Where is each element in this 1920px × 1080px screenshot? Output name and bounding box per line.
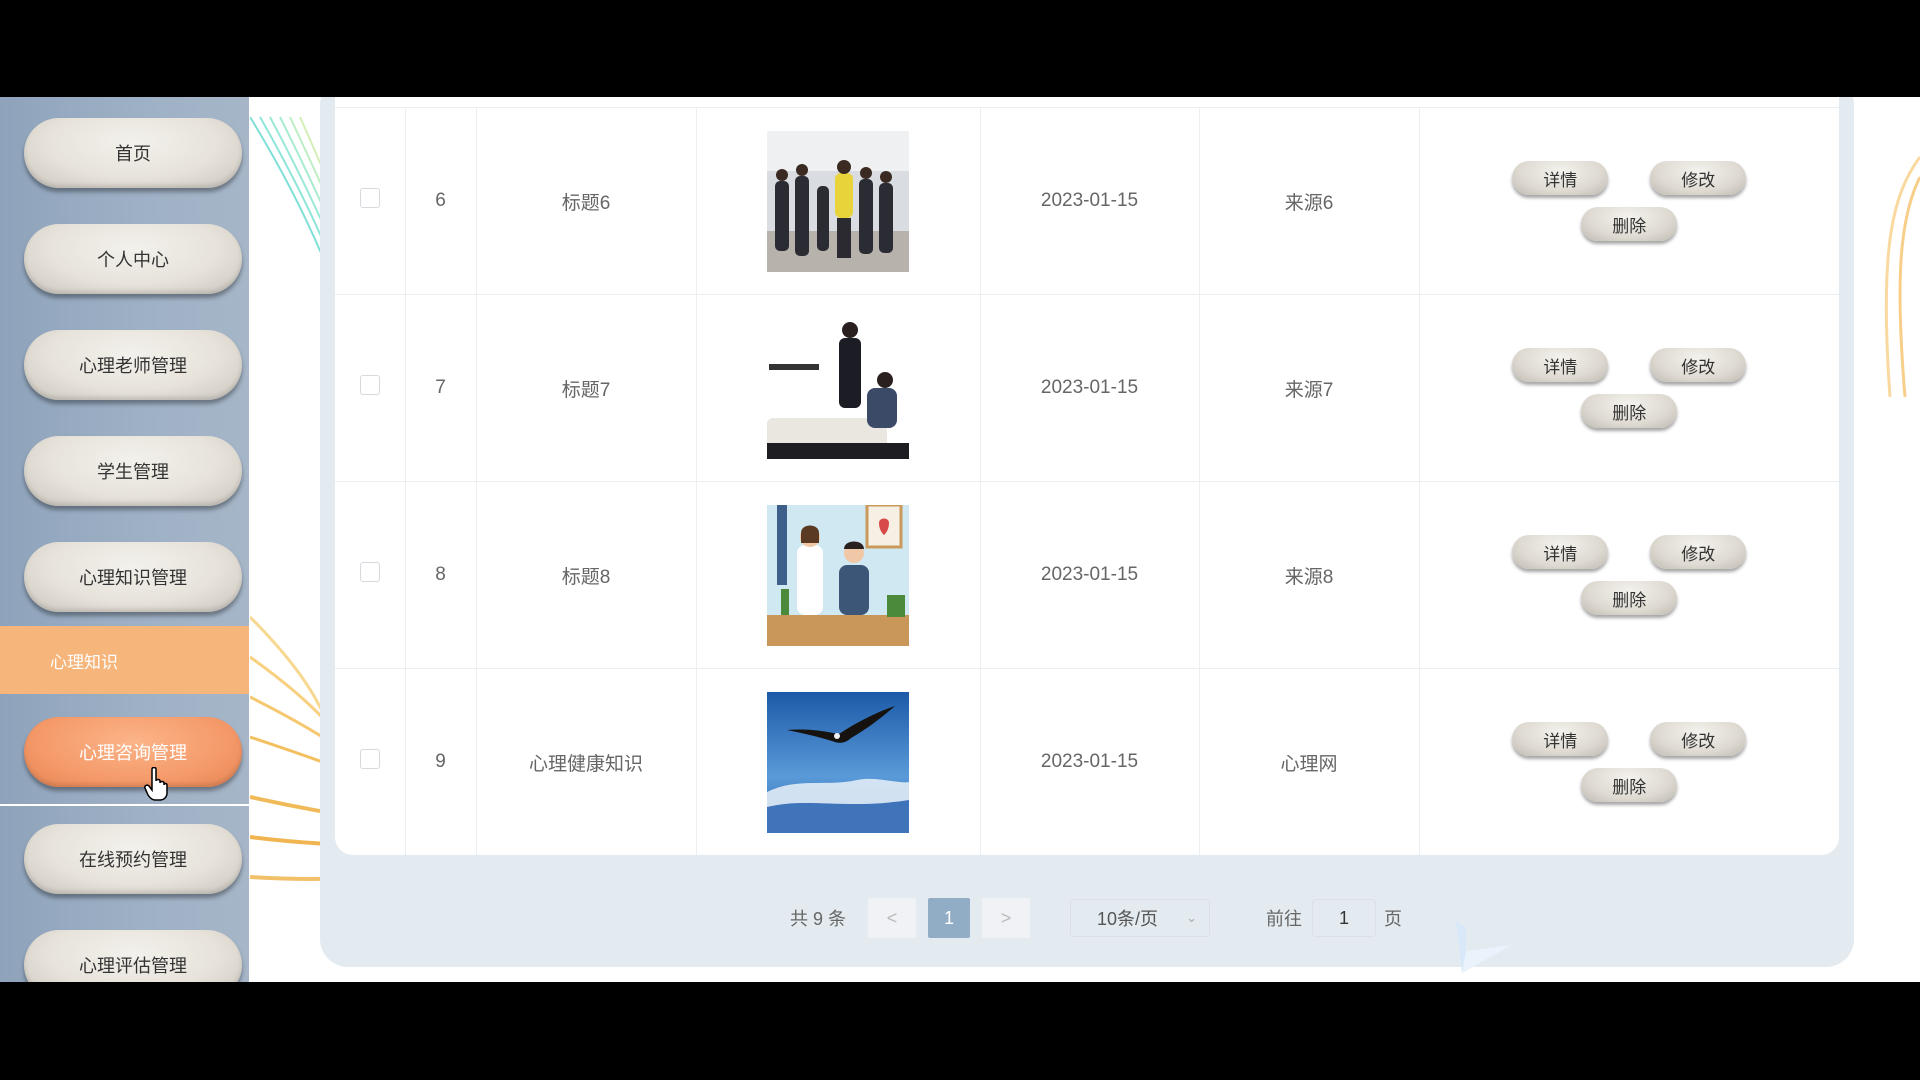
page-number-button[interactable]: 1: [928, 898, 971, 938]
detail-button[interactable]: 详情: [1512, 161, 1609, 195]
knowledge-table: 6 标题6 2023-01-15 来源6 详情 修改 删除 7 标题7 2023…: [335, 107, 1839, 855]
page-size-select[interactable]: 10条/页 ⌄: [1070, 899, 1211, 937]
row-actions: 详情 修改 删除: [1420, 348, 1840, 428]
sidebar-item-consultation-management[interactable]: 心理咨询管理: [24, 717, 242, 787]
table-row: 9 心理健康知识 2023-01-15 心理网 详情 修改 删除: [335, 668, 1840, 855]
sidebar-item-appointment-management[interactable]: 在线预约管理: [24, 824, 242, 894]
sidebar-item-knowledge-management[interactable]: 心理知识管理: [24, 542, 242, 612]
detail-button[interactable]: 详情: [1512, 722, 1609, 756]
hand-cursor-icon: [144, 767, 168, 801]
crowd-photo-image: [767, 130, 909, 272]
row-checkbox[interactable]: [359, 375, 380, 395]
goto-page-input[interactable]: 1: [1312, 899, 1377, 937]
sidebar: 首页 个人中心 心理老师管理 学生管理 心理知识管理 心理知识 心理咨询管理 在…: [0, 97, 249, 982]
row-date: 2023-01-15: [980, 107, 1200, 295]
table-row: 6 标题6 2023-01-15 来源6 详情 修改 删除: [335, 107, 1840, 295]
goto-label: 前往: [1266, 909, 1303, 929]
row-actions: 详情 修改 删除: [1420, 722, 1840, 802]
chevron-down-icon: ⌄: [1186, 910, 1198, 925]
row-date: 2023-01-15: [980, 668, 1200, 855]
table-row: 7 标题7 2023-01-15 来源7 详情 修改 删除: [335, 294, 1840, 482]
row-index: 8: [405, 481, 477, 669]
row-checkbox[interactable]: [359, 188, 380, 208]
counseling-photo-image: [767, 317, 909, 459]
row-title: 标题8: [476, 481, 697, 669]
pagination: 共 9 条 < 1 > 10条/页 ⌄ 前往 1 页: [790, 898, 1402, 938]
eagle-photo-image: [767, 691, 909, 833]
row-source: 来源8: [1199, 481, 1420, 669]
row-actions: 详情 修改 删除: [1420, 535, 1840, 615]
detail-button[interactable]: 详情: [1512, 535, 1609, 569]
row-title: 心理健康知识: [476, 668, 697, 855]
table-row: 8 标题8 2023-01-15 来源8 详情 修改 删除: [335, 481, 1840, 669]
delete-button[interactable]: 删除: [1581, 768, 1678, 802]
sidebar-item-home[interactable]: 首页: [24, 118, 242, 188]
pagination-total: 共 9 条: [790, 909, 847, 929]
next-page-button[interactable]: >: [982, 898, 1031, 938]
sidebar-item-personal-center[interactable]: 个人中心: [24, 224, 242, 294]
edit-button[interactable]: 修改: [1650, 722, 1747, 756]
sidebar-item-teacher-management[interactable]: 心理老师管理: [24, 330, 242, 400]
delete-button[interactable]: 删除: [1581, 581, 1678, 615]
row-checkbox[interactable]: [359, 749, 380, 769]
prev-page-button[interactable]: <: [868, 898, 917, 938]
row-source: 来源6: [1199, 107, 1420, 295]
edit-button[interactable]: 修改: [1650, 535, 1747, 569]
submenu-item-knowledge[interactable]: 心理知识: [0, 626, 249, 694]
delete-button[interactable]: 删除: [1581, 207, 1678, 241]
page-suffix-label: 页: [1384, 909, 1403, 929]
row-source: 心理网: [1199, 668, 1420, 855]
decorative-waves-right: [1884, 156, 1920, 397]
row-title: 标题7: [476, 294, 697, 482]
row-date: 2023-01-15: [980, 294, 1200, 482]
row-checkbox[interactable]: [359, 562, 380, 582]
sidebar-item-assessment-management[interactable]: 心理评估管理: [24, 930, 242, 982]
row-index: 9: [405, 668, 477, 855]
play-logo-icon: [1456, 921, 1512, 973]
row-index: 6: [405, 107, 477, 295]
row-title: 标题6: [476, 107, 697, 295]
row-index: 7: [405, 294, 477, 482]
table-container: 6 标题6 2023-01-15 来源6 详情 修改 删除 7 标题7 2023…: [335, 97, 1839, 855]
consultation-illustration-image: [767, 504, 909, 646]
page-size-value: 10条/页: [1097, 909, 1159, 929]
delete-button[interactable]: 删除: [1581, 394, 1678, 428]
row-source: 来源7: [1199, 294, 1420, 482]
detail-button[interactable]: 详情: [1512, 348, 1609, 382]
sidebar-divider: [0, 804, 249, 806]
row-actions: 详情 修改 删除: [1420, 161, 1840, 241]
edit-button[interactable]: 修改: [1650, 161, 1747, 195]
app-screen: 首页 个人中心 心理老师管理 学生管理 心理知识管理 心理知识 心理咨询管理 在…: [0, 97, 1920, 982]
sidebar-item-student-management[interactable]: 学生管理: [24, 436, 242, 506]
row-date: 2023-01-15: [980, 481, 1200, 669]
edit-button[interactable]: 修改: [1650, 348, 1747, 382]
